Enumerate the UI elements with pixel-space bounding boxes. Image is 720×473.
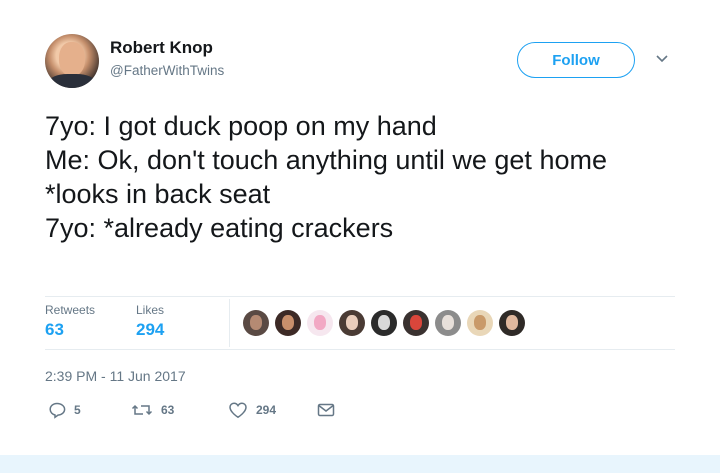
- reply-button[interactable]: 5: [48, 401, 81, 419]
- heart-icon: [228, 401, 248, 419]
- stats-separator: [229, 299, 230, 347]
- retweets-stat[interactable]: Retweets 63: [45, 303, 95, 340]
- liker-avatar[interactable]: [243, 310, 269, 336]
- envelope-icon: [317, 401, 335, 419]
- likes-stat[interactable]: Likes 294: [136, 303, 164, 340]
- tweet-text: 7yo: I got duck poop on my hand Me: Ok, …: [45, 111, 607, 243]
- liker-avatar[interactable]: [467, 310, 493, 336]
- liker-face: [410, 315, 422, 330]
- divider-bottom: [45, 349, 675, 350]
- follow-button[interactable]: Follow: [517, 42, 635, 78]
- liker-face: [282, 315, 294, 330]
- like-count: 294: [256, 403, 277, 417]
- retweet-icon: [131, 401, 153, 419]
- liker-face: [378, 315, 390, 330]
- user-name[interactable]: Robert Knop: [110, 38, 213, 58]
- avatar-face: [59, 42, 85, 76]
- liker-face: [314, 315, 326, 330]
- liker-avatar[interactable]: [403, 310, 429, 336]
- liker-avatar[interactable]: [275, 310, 301, 336]
- liker-face: [250, 315, 262, 330]
- chevron-down-icon[interactable]: [655, 54, 669, 64]
- tweet-card: Robert Knop @FatherWithTwins Follow 7yo:…: [0, 0, 720, 455]
- retweet-button[interactable]: 63: [131, 401, 174, 419]
- likes-value: 294: [136, 320, 165, 339]
- liker-avatar[interactable]: [435, 310, 461, 336]
- liker-face: [506, 315, 518, 330]
- divider-top: [45, 296, 675, 297]
- liker-face: [474, 315, 486, 330]
- liker-avatar[interactable]: [339, 310, 365, 336]
- retweets-value: 63: [45, 320, 64, 339]
- liker-avatars: [243, 310, 531, 336]
- reply-count: 5: [74, 403, 81, 417]
- liker-avatar[interactable]: [371, 310, 397, 336]
- avatar[interactable]: [45, 34, 99, 88]
- retweets-label: Retweets: [45, 303, 96, 317]
- liker-avatar[interactable]: [307, 310, 333, 336]
- liker-face: [346, 315, 358, 330]
- likes-label: Likes: [136, 303, 165, 317]
- avatar-shirt: [49, 74, 95, 88]
- reply-icon: [48, 401, 66, 419]
- direct-message-button[interactable]: [317, 401, 335, 419]
- liker-face: [442, 315, 454, 330]
- liker-avatar[interactable]: [499, 310, 525, 336]
- like-button[interactable]: 294: [228, 401, 276, 419]
- user-handle[interactable]: @FatherWithTwins: [110, 63, 224, 78]
- footer-strip: [0, 455, 720, 473]
- tweet-timestamp[interactable]: 2:39 PM - 11 Jun 2017: [45, 368, 186, 384]
- retweet-count: 63: [161, 403, 175, 417]
